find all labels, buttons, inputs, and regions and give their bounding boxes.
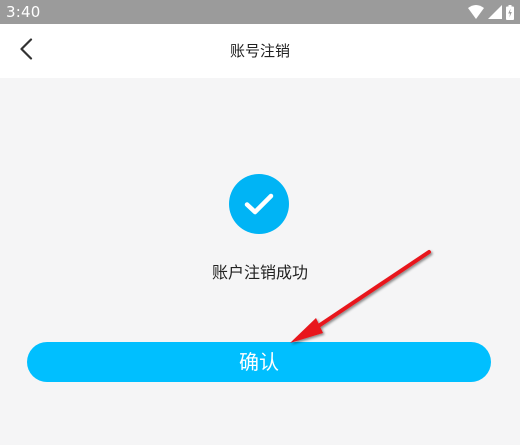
app-header: 账号注销 xyxy=(0,24,520,78)
back-button[interactable] xyxy=(6,31,46,71)
status-icons xyxy=(468,3,514,21)
chevron-left-icon xyxy=(19,38,33,64)
wifi-icon xyxy=(468,5,484,19)
status-time: 3:40 xyxy=(6,3,41,21)
confirm-button[interactable]: 确认 xyxy=(27,342,491,382)
page-title: 账号注销 xyxy=(229,42,290,60)
status-bar: 3:40 xyxy=(0,0,520,24)
success-message: 账户注销成功 xyxy=(211,263,308,282)
battery-icon xyxy=(506,4,514,20)
cellular-signal-icon xyxy=(488,5,502,19)
checkmark-circle-icon xyxy=(229,174,289,234)
